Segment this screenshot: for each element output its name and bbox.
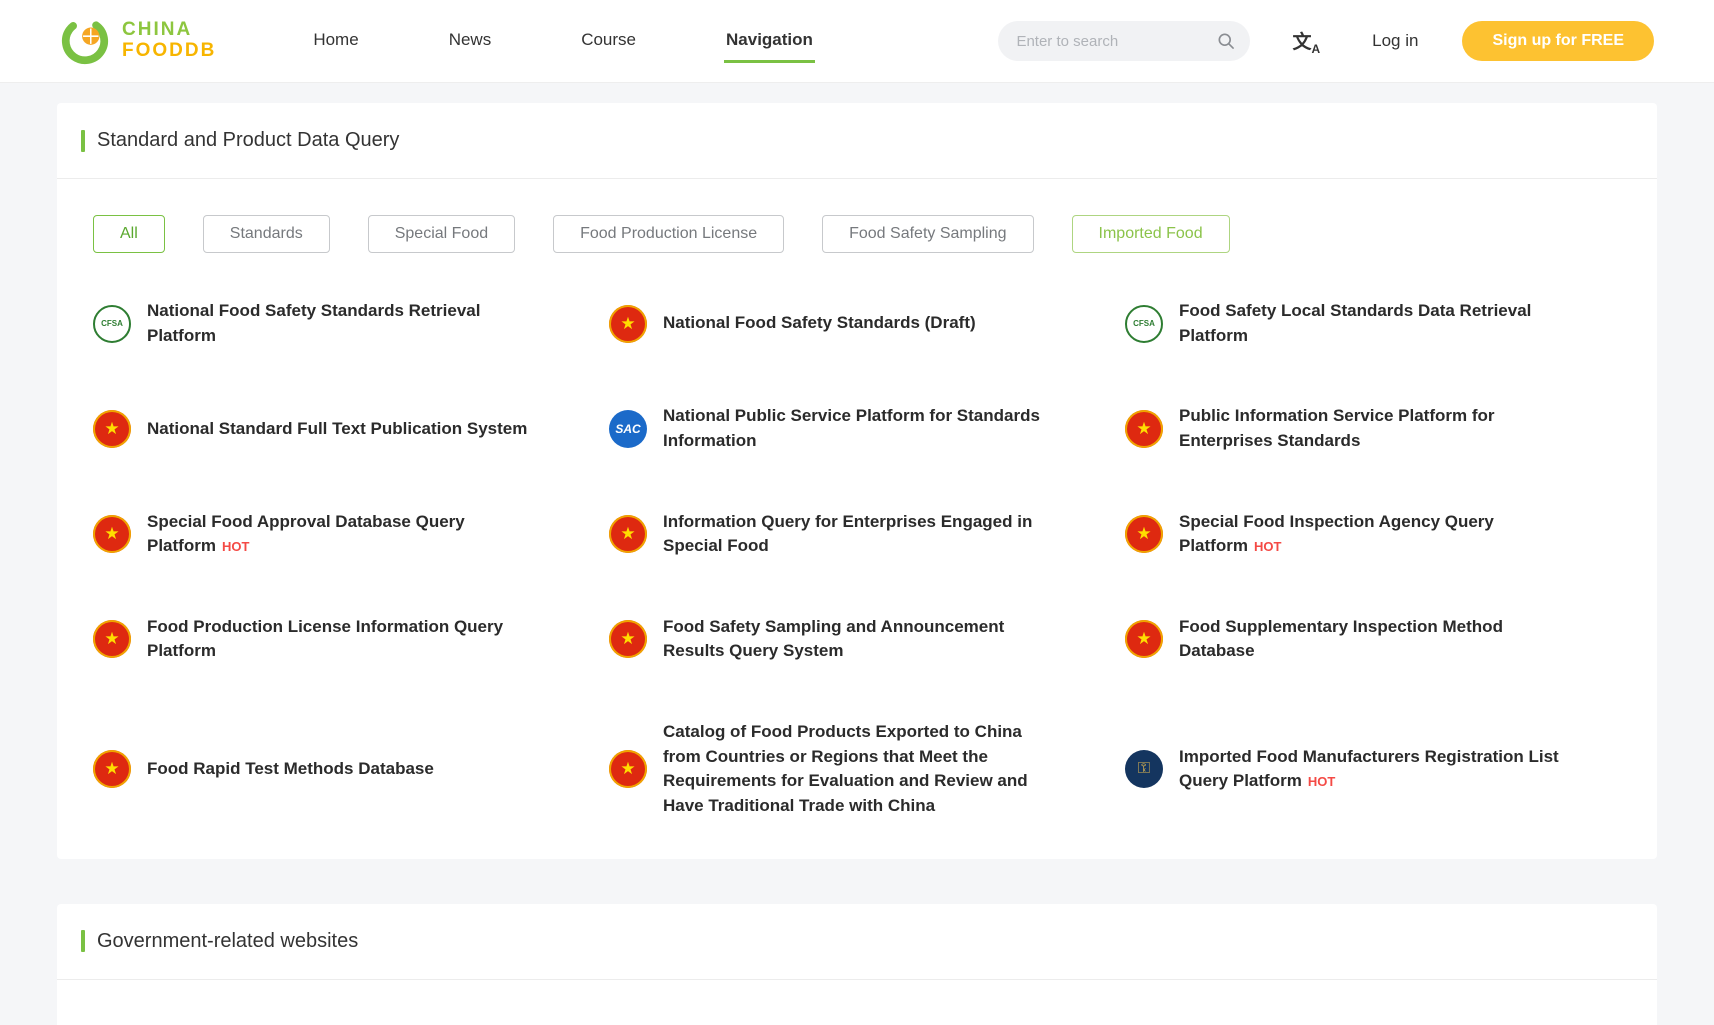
list-item[interactable]: CFSA National Food Safety Standards Retr… bbox=[93, 299, 589, 348]
cfsa-logo-icon: CFSA bbox=[93, 305, 131, 343]
item-title: National Food Safety Standards Retrieval… bbox=[147, 299, 547, 348]
national-emblem-icon: ★ bbox=[609, 515, 647, 553]
hot-badge: HOT bbox=[222, 539, 249, 554]
navbar: CHINA FOODDB Home News Course Navigation… bbox=[0, 0, 1714, 83]
item-title: Food Supplementary Inspection Method Dat… bbox=[1179, 615, 1579, 664]
national-emblem-icon: ★ bbox=[609, 620, 647, 658]
item-title: Special Food Approval Database Query Pla… bbox=[147, 510, 547, 559]
title-accent-bar bbox=[81, 930, 85, 952]
national-emblem-icon: ★ bbox=[93, 410, 131, 448]
list-item[interactable]: ⚿ Imported Food Manufacturers Registrati… bbox=[1125, 745, 1621, 794]
item-title: Public Information Service Platform for … bbox=[1179, 404, 1579, 453]
brand-logo-icon bbox=[60, 16, 110, 66]
item-title: National Public Service Platform for Sta… bbox=[663, 404, 1063, 453]
title-accent-bar bbox=[81, 130, 85, 152]
filter-food-production-license[interactable]: Food Production License bbox=[553, 215, 784, 253]
list-item[interactable]: CFSA Food Safety Local Standards Data Re… bbox=[1125, 299, 1621, 348]
item-title: Special Food Inspection Agency Query Pla… bbox=[1179, 510, 1579, 559]
item-title: National Food Safety Standards (Draft) bbox=[663, 311, 976, 336]
search-input[interactable] bbox=[1016, 33, 1216, 50]
signup-button[interactable]: Sign up for FREE bbox=[1462, 21, 1654, 61]
brand-name-line1: CHINA bbox=[122, 20, 216, 41]
nav-item-news[interactable]: News bbox=[447, 20, 494, 63]
national-emblem-icon: ★ bbox=[609, 750, 647, 788]
item-title: Food Safety Local Standards Data Retriev… bbox=[1179, 299, 1579, 348]
brand-name-line2: FOODDB bbox=[122, 41, 216, 62]
list-item[interactable]: ★ Public Information Service Platform fo… bbox=[1125, 404, 1621, 453]
translate-icon[interactable]: 文A bbox=[1292, 27, 1320, 56]
resource-grid: CFSA National Food Safety Standards Retr… bbox=[57, 253, 1657, 859]
nav-item-home[interactable]: Home bbox=[311, 20, 360, 63]
nav-item-course[interactable]: Course bbox=[579, 20, 638, 63]
item-title: Information Query for Enterprises Engage… bbox=[663, 510, 1063, 559]
login-link[interactable]: Log in bbox=[1372, 31, 1418, 51]
sac-logo-icon: SAC bbox=[609, 410, 647, 448]
nav-item-navigation[interactable]: Navigation bbox=[724, 20, 815, 63]
national-emblem-icon: ★ bbox=[1125, 410, 1163, 448]
filter-tabs: All Standards Special Food Food Producti… bbox=[57, 179, 1657, 253]
standard-product-query-card: Standard and Product Data Query All Stan… bbox=[57, 103, 1657, 859]
national-emblem-icon: ★ bbox=[93, 515, 131, 553]
brand-logo[interactable]: CHINA FOODDB bbox=[60, 16, 216, 66]
list-item[interactable]: ★ Special Food Inspection Agency Query P… bbox=[1125, 510, 1621, 559]
item-title: Food Production License Information Quer… bbox=[147, 615, 547, 664]
list-item[interactable]: ★ Catalog of Food Products Exported to C… bbox=[609, 720, 1105, 819]
item-title: National Standard Full Text Publication … bbox=[147, 417, 527, 442]
national-emblem-icon: ★ bbox=[93, 620, 131, 658]
filter-standards[interactable]: Standards bbox=[203, 215, 330, 253]
filter-food-safety-sampling[interactable]: Food Safety Sampling bbox=[822, 215, 1033, 253]
search-box[interactable] bbox=[998, 21, 1250, 61]
card-header: Government-related websites bbox=[57, 904, 1657, 980]
national-emblem-icon: ★ bbox=[1125, 515, 1163, 553]
government-websites-card: Government-related websites bbox=[57, 904, 1657, 1025]
section-title: Government-related websites bbox=[97, 930, 358, 953]
item-title: Food Rapid Test Methods Database bbox=[147, 757, 434, 782]
brand-logo-text: CHINA FOODDB bbox=[122, 20, 216, 62]
cfsa-logo-icon: CFSA bbox=[1125, 305, 1163, 343]
national-emblem-icon: ★ bbox=[1125, 620, 1163, 658]
search-icon[interactable] bbox=[1216, 31, 1236, 51]
filter-all[interactable]: All bbox=[93, 215, 165, 253]
item-title: Catalog of Food Products Exported to Chi… bbox=[663, 720, 1063, 819]
hot-badge: HOT bbox=[1308, 774, 1335, 789]
item-title: Imported Food Manufacturers Registration… bbox=[1179, 745, 1579, 794]
list-item[interactable]: ★ Special Food Approval Database Query P… bbox=[93, 510, 589, 559]
customs-logo-icon: ⚿ bbox=[1125, 750, 1163, 788]
list-item[interactable]: SAC National Public Service Platform for… bbox=[609, 404, 1105, 453]
list-item[interactable]: ★ National Standard Full Text Publicatio… bbox=[93, 410, 589, 448]
filter-imported-food[interactable]: Imported Food bbox=[1072, 215, 1230, 253]
list-item[interactable]: ★ Information Query for Enterprises Enga… bbox=[609, 510, 1105, 559]
national-emblem-icon: ★ bbox=[93, 750, 131, 788]
list-item[interactable]: ★ National Food Safety Standards (Draft) bbox=[609, 305, 1105, 343]
list-item[interactable]: ★ Food Safety Sampling and Announcement … bbox=[609, 615, 1105, 664]
list-item[interactable]: ★ Food Rapid Test Methods Database bbox=[93, 750, 589, 788]
section-title: Standard and Product Data Query bbox=[97, 129, 399, 152]
filter-special-food[interactable]: Special Food bbox=[368, 215, 515, 253]
list-item[interactable]: ★ Food Supplementary Inspection Method D… bbox=[1125, 615, 1621, 664]
national-emblem-icon: ★ bbox=[609, 305, 647, 343]
item-title: Food Safety Sampling and Announcement Re… bbox=[663, 615, 1063, 664]
card-header: Standard and Product Data Query bbox=[57, 103, 1657, 179]
list-item[interactable]: ★ Food Production License Information Qu… bbox=[93, 615, 589, 664]
main-nav: Home News Course Navigation bbox=[311, 20, 815, 63]
hot-badge: HOT bbox=[1254, 539, 1281, 554]
